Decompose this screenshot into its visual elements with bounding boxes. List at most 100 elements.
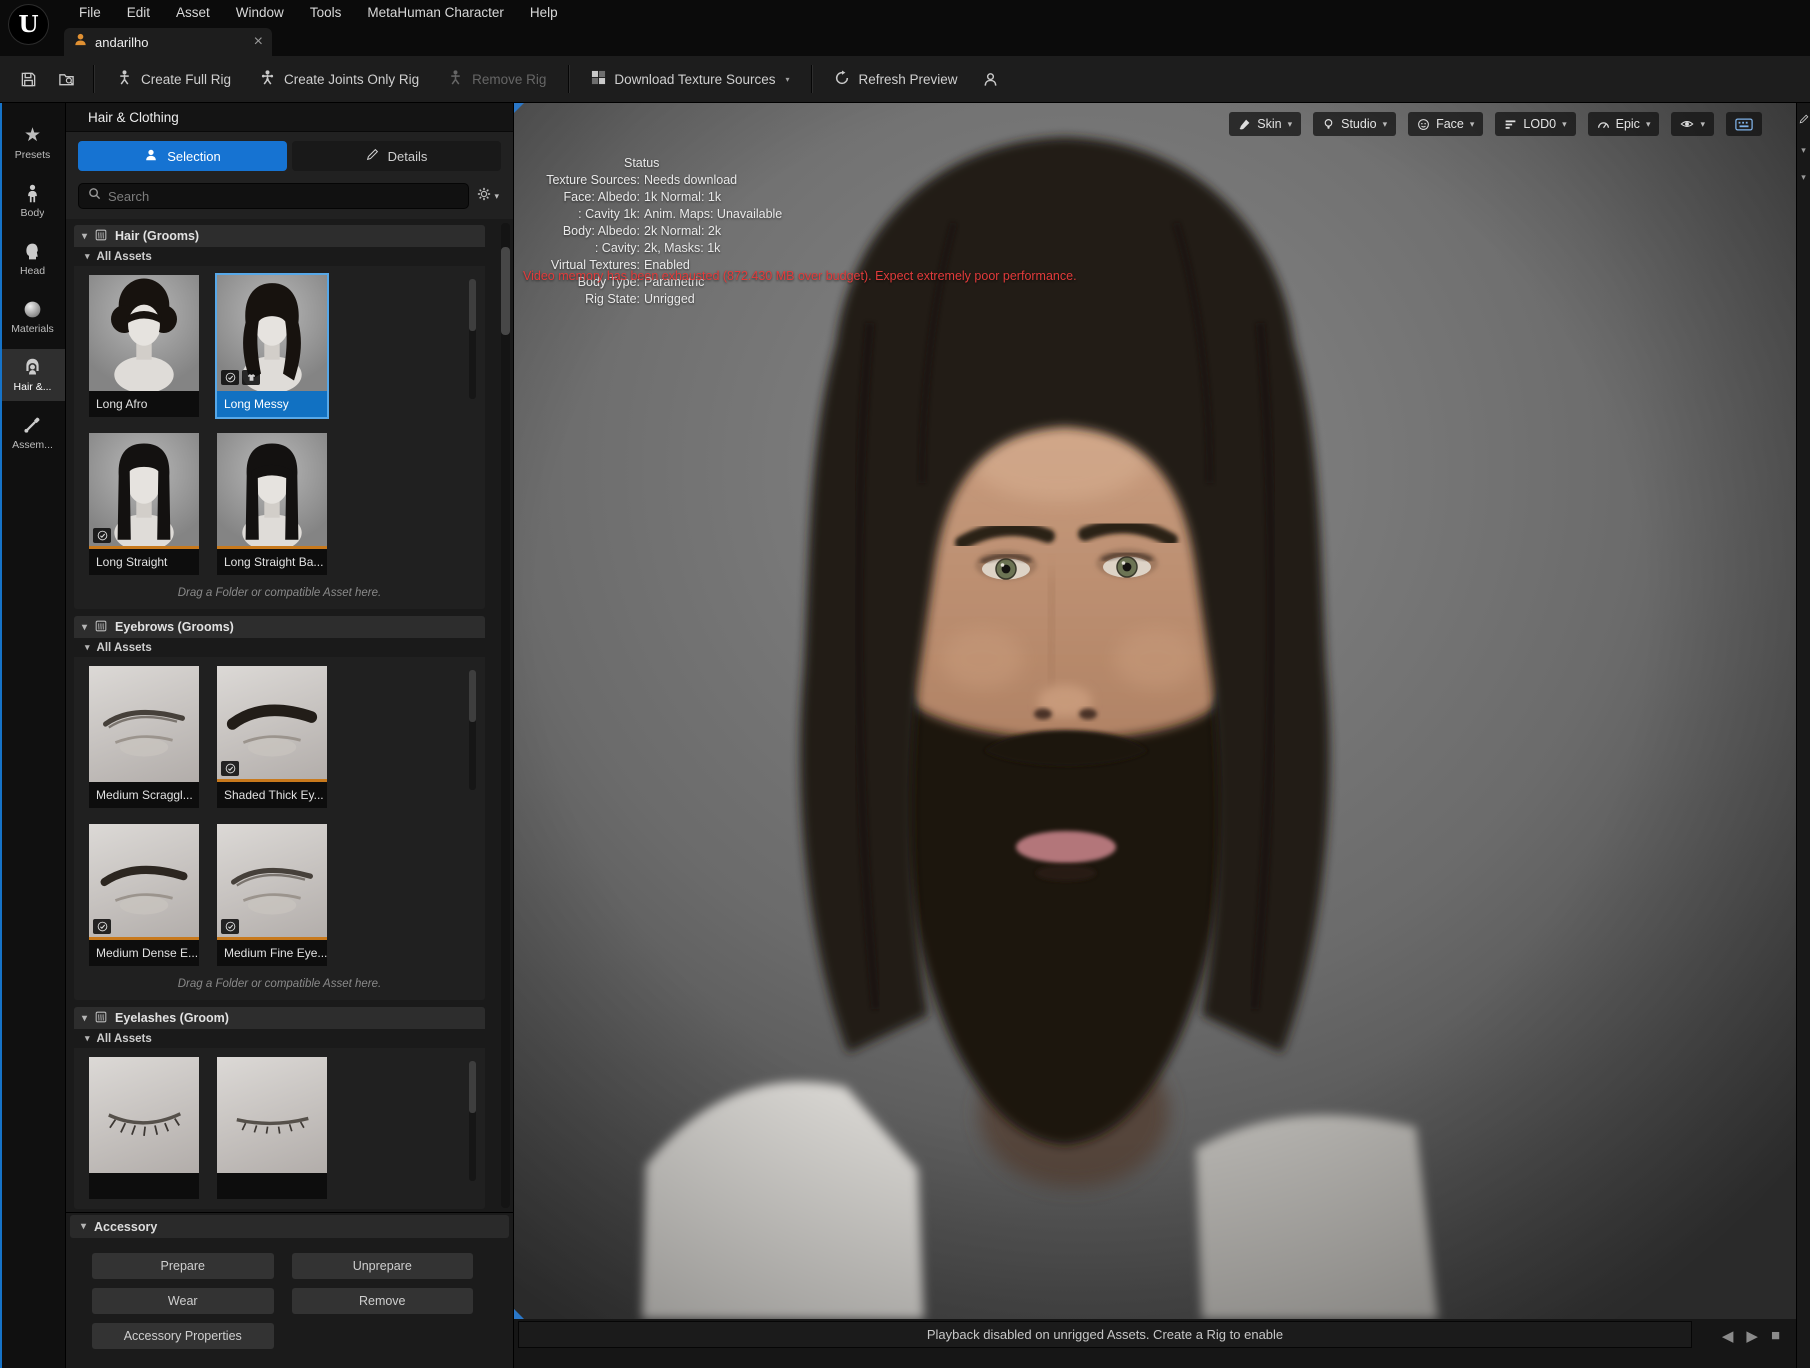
profile-button[interactable] <box>973 62 1009 96</box>
refresh-preview-button[interactable]: Refresh Preview <box>821 62 970 96</box>
toolbar-separator <box>93 65 94 93</box>
stop-button[interactable]: ■ <box>1771 1327 1780 1345</box>
search-row: ▾ <box>66 176 513 219</box>
section-header-eyebrows-grooms[interactable]: ▾Eyebrows (Grooms) <box>74 616 485 638</box>
asset-tile-long-straight[interactable]: Long Straight <box>89 433 199 575</box>
save-icon <box>20 71 37 88</box>
subsection-all-assets[interactable]: ▾All Assets <box>74 247 485 266</box>
skin-dropdown[interactable]: Skin▾ <box>1229 112 1301 136</box>
section-eyelashes-groom: ▾Eyelashes (Groom) ▾All Assets <box>74 1007 485 1209</box>
gear-icon <box>477 187 491 206</box>
remove-rig-button[interactable]: Remove Rig <box>434 62 559 96</box>
panel-scrollbar[interactable] <box>501 223 510 1208</box>
equipped-check-badge <box>221 370 239 385</box>
rig-skeleton-icon <box>116 69 133 89</box>
wear-button[interactable]: Wear <box>92 1288 274 1314</box>
section-eyebrows-grooms: ▾Eyebrows (Grooms) ▾All Assets Medium Sc… <box>74 616 485 1000</box>
remove-rig-icon <box>447 69 464 89</box>
tab-title: andarilho <box>95 35 247 50</box>
subsection-all-assets[interactable]: ▾All Assets <box>74 1029 485 1048</box>
chevron-down-icon: ▾ <box>785 75 789 84</box>
remove-button[interactable]: Remove <box>292 1288 474 1314</box>
lod0-dropdown[interactable]: LOD0▾ <box>1495 112 1575 136</box>
panel-tab-selection[interactable]: Selection <box>78 141 287 171</box>
asset-tile-lash2[interactable] <box>217 1057 327 1199</box>
status-title: Status <box>536 155 782 172</box>
create-full-rig-button[interactable]: Create Full Rig <box>103 62 244 96</box>
search-box[interactable] <box>78 183 469 209</box>
chevron-down-icon: ▾ <box>494 191 499 202</box>
asset-tile-long-straight-ba[interactable]: Long Straight Ba... <box>217 433 327 575</box>
menu-window[interactable]: Window <box>223 5 297 20</box>
keyboard-dropdown[interactable] <box>1726 112 1762 136</box>
chevron-down-icon: ▾ <box>82 622 87 633</box>
head-icon <box>22 241 43 262</box>
menu-file[interactable]: File <box>66 5 114 20</box>
view-settings-dropdown-button[interactable]: ▾ <box>477 187 503 206</box>
pen-icon <box>366 148 379 164</box>
menu-help[interactable]: Help <box>517 5 571 20</box>
eye-dropdown[interactable]: ▾ <box>1671 112 1714 136</box>
asset-tile-lash[interactable] <box>89 1057 199 1199</box>
subsection-all-assets[interactable]: ▾All Assets <box>74 638 485 657</box>
asset-tile-medium-dense-e[interactable]: Medium Dense E... <box>89 824 199 966</box>
play-button[interactable]: ▶ <box>1746 1327 1758 1345</box>
section-scrollbar[interactable] <box>469 670 476 790</box>
rail-item-materials[interactable]: Materials <box>0 291 65 343</box>
play-reverse-button[interactable]: ◀ <box>1722 1327 1734 1345</box>
asset-tile-long-messy[interactable]: Long Messy <box>217 275 327 417</box>
rail-item-hair[interactable]: Hair &... <box>0 349 65 401</box>
section-scrollbar[interactable] <box>469 279 476 399</box>
sphere-icon <box>22 299 43 320</box>
viewport-focus-corner <box>514 103 524 113</box>
accessory-properties-button[interactable]: Accessory Properties <box>92 1323 274 1349</box>
rail-item-body[interactable]: Body <box>0 175 65 227</box>
asset-tile-medium-scraggl[interactable]: Medium Scraggl... <box>89 666 199 808</box>
asset-tile-shaded-thick-ey[interactable]: Shaded Thick Ey... <box>217 666 327 808</box>
rail-item-assem[interactable]: Assem... <box>0 407 65 459</box>
tab-andarilho[interactable]: andarilho × <box>64 28 272 56</box>
section-header-eyelashes-groom[interactable]: ▾Eyelashes (Groom) <box>74 1007 485 1029</box>
rail-item-presets[interactable]: ★Presets <box>0 117 65 169</box>
menu-metahuman-character[interactable]: MetaHuman Character <box>354 5 517 20</box>
download-texture-sources-button[interactable]: Download Texture Sources▾ <box>578 62 802 96</box>
create-joints-only-rig-button[interactable]: Create Joints Only Rig <box>246 62 432 96</box>
face-dropdown[interactable]: Face▾ <box>1408 112 1483 136</box>
tab-close-icon[interactable]: × <box>254 35 263 49</box>
menu-edit[interactable]: Edit <box>114 5 163 20</box>
rail-item-head[interactable]: Head <box>0 233 65 285</box>
toolbar-separator <box>811 65 812 93</box>
status-row: Rig State:Unrigged <box>536 291 782 308</box>
texture-checker-icon <box>591 70 606 88</box>
panel-tab-details[interactable]: Details <box>292 141 501 171</box>
hair-clothing-panel: Hair & Clothing SelectionDetails ▾ ▾Hair… <box>66 103 514 1368</box>
studio-dropdown[interactable]: Studio▾ <box>1313 112 1396 136</box>
unprepare-button[interactable]: Unprepare <box>292 1253 474 1279</box>
status-row: Body: Albedo:2k Normal: 2k <box>536 223 782 240</box>
unreal-engine-logo: U <box>9 5 48 44</box>
expand-arrow-icon[interactable]: ▾ <box>1801 172 1806 183</box>
save-button[interactable] <box>10 62 46 96</box>
search-input[interactable] <box>108 189 459 204</box>
expand-arrow-icon[interactable]: ▾ <box>1801 145 1806 156</box>
viewport-3d[interactable]: Skin▾Studio▾Face▾LOD0▾Epic▾▾ StatusTextu… <box>514 103 1796 1368</box>
accessory-header[interactable]: ▾ Accessory <box>70 1215 509 1238</box>
menu-tools[interactable]: Tools <box>297 5 355 20</box>
edit-icon[interactable] <box>1799 111 1809 129</box>
search-icon <box>88 187 101 205</box>
section-header-hair-grooms[interactable]: ▾Hair (Grooms) <box>74 225 485 247</box>
asset-tile-medium-fine-eye[interactable]: Medium Fine Eye... <box>217 824 327 966</box>
wardrobe-badge <box>242 370 260 385</box>
chevron-down-icon: ▾ <box>1700 119 1705 130</box>
prepare-button[interactable]: Prepare <box>92 1253 274 1279</box>
asset-tile-long-afro[interactable]: Long Afro <box>89 275 199 417</box>
equipped-check-badge <box>93 528 111 543</box>
drop-hint: Drag a Folder or compatible Asset here. <box>74 978 485 990</box>
epic-dropdown[interactable]: Epic▾ <box>1588 112 1660 136</box>
drop-hint: Drag a Folder or compatible Asset here. <box>74 587 485 599</box>
menu-asset[interactable]: Asset <box>163 5 223 20</box>
browse-to-asset-button[interactable] <box>48 62 84 96</box>
section-scrollbar[interactable] <box>469 1061 476 1181</box>
grooms-icon <box>94 228 108 245</box>
section-hair-grooms: ▾Hair (Grooms) ▾All Assets Long AfroLong… <box>74 225 485 609</box>
